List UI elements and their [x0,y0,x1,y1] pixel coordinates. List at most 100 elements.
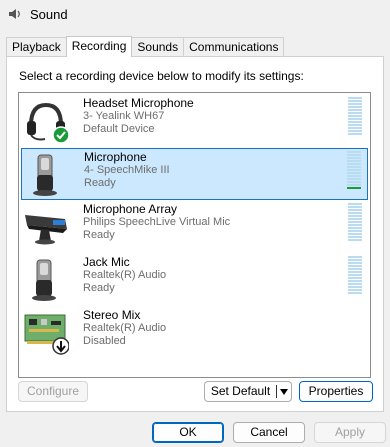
meter-segment [348,224,362,226]
device-status: Default Device [83,123,155,135]
meter-segment [348,256,362,258]
meter-segment [347,175,361,177]
meter-segment [347,172,361,174]
meter-segment [348,97,362,99]
tab-sounds[interactable]: Sounds [131,37,185,57]
circuit-board-icon [23,311,70,357]
meter-segment [348,115,362,117]
handheld-mic-icon [24,153,70,199]
meter-segment [348,233,362,235]
title-bar: Sound [0,0,390,28]
device-name: Stereo Mix [83,308,141,322]
level-meter [348,97,362,137]
meter-segment [348,221,362,223]
apply-button[interactable]: Apply [314,422,386,443]
meter-segment [348,227,362,229]
meter-segment [348,127,362,129]
meter-segment [348,289,362,291]
meter-segment [347,181,361,183]
meter-segment [348,118,362,120]
default-check-icon [52,126,70,144]
device-row-headset-microphone[interactable]: Headset Microphone 3- Yealink WH67 Defau… [21,95,368,147]
speaker-icon [8,7,22,21]
meter-segment [348,121,362,123]
device-row-stereo-mix[interactable]: Stereo Mix Realtek(R) Audio Disabled [21,307,368,359]
level-meter [347,151,361,191]
meter-segment [347,187,361,189]
device-description: Realtek(R) Audio [83,269,167,281]
device-status: Ready [84,177,116,189]
meter-segment [348,103,362,105]
meter-segment [348,230,362,232]
meter-segment [348,286,362,288]
meter-segment [348,215,362,217]
meter-segment [347,151,361,153]
meter-segment [348,259,362,261]
device-row-jack-mic[interactable]: Jack Mic Realtek(R) Audio Ready [21,254,368,306]
meter-segment [347,166,361,168]
meter-segment [348,203,362,205]
device-description: Philips SpeechLive Virtual Mic [83,216,231,228]
configure-button[interactable]: Configure [18,381,88,402]
meter-segment [347,184,361,186]
device-list[interactable]: Headset Microphone 3- Yealink WH67 Defau… [18,92,371,378]
device-name: Microphone Array [83,202,178,216]
meter-segment [348,212,362,214]
meter-segment [347,154,361,156]
meter-segment [348,280,362,282]
device-row-microphone-array[interactable]: Microphone Array Philips SpeechLive Virt… [21,201,368,253]
meter-segment [348,277,362,279]
recording-panel: Select a recording device below to modif… [6,56,384,412]
properties-button[interactable]: Properties [299,381,373,402]
meter-segment [348,106,362,108]
set-default-button[interactable]: Set Default [205,382,276,401]
device-row-microphone[interactable]: Microphone 4- SpeechMike III Ready [21,148,368,200]
meter-segment [348,265,362,267]
cancel-button[interactable]: Cancel [233,422,305,443]
device-name: Jack Mic [83,255,130,269]
meter-segment [348,218,362,220]
level-meter [348,256,362,296]
meter-segment [348,268,362,270]
tab-recording[interactable]: Recording [65,36,133,57]
headset-icon [23,99,70,145]
meter-segment [348,236,362,238]
tab-strip: Playback Recording Sounds Communications [6,36,285,57]
set-default-split-button[interactable]: Set Default [204,381,292,402]
device-status: Ready [83,229,115,241]
meter-segment [348,100,362,102]
meter-segment [348,112,362,114]
device-name: Microphone [84,150,147,164]
meter-segment [348,124,362,126]
meter-segment [348,262,362,264]
meter-segment [348,271,362,273]
mic-array-icon [23,205,69,251]
meter-segment [348,130,362,132]
meter-segment [348,209,362,211]
tab-communications[interactable]: Communications [183,37,285,57]
window-title: Sound [30,6,68,22]
handheld-mic-icon [23,258,69,304]
ok-button[interactable]: OK [152,422,224,443]
device-status: Ready [83,282,115,294]
meter-segment [347,169,361,171]
instruction-text: Select a recording device below to modif… [19,69,304,83]
device-name: Headset Microphone [83,96,194,110]
meter-segment [348,133,362,135]
meter-segment [347,163,361,165]
meter-segment [348,274,362,276]
meter-segment [348,292,362,294]
device-description: Realtek(R) Audio [83,322,167,334]
meter-segment [347,157,361,159]
meter-segment [348,283,362,285]
chevron-down-icon[interactable] [277,382,291,401]
device-description: 4- SpeechMike III [84,164,170,176]
device-description: 3- Yealink WH67 [83,110,165,122]
tab-playback[interactable]: Playback [6,37,67,57]
meter-segment [348,239,362,241]
meter-segment [347,160,361,162]
level-meter [348,203,362,243]
meter-segment [347,178,361,180]
device-status: Disabled [83,335,126,347]
meter-segment [348,109,362,111]
